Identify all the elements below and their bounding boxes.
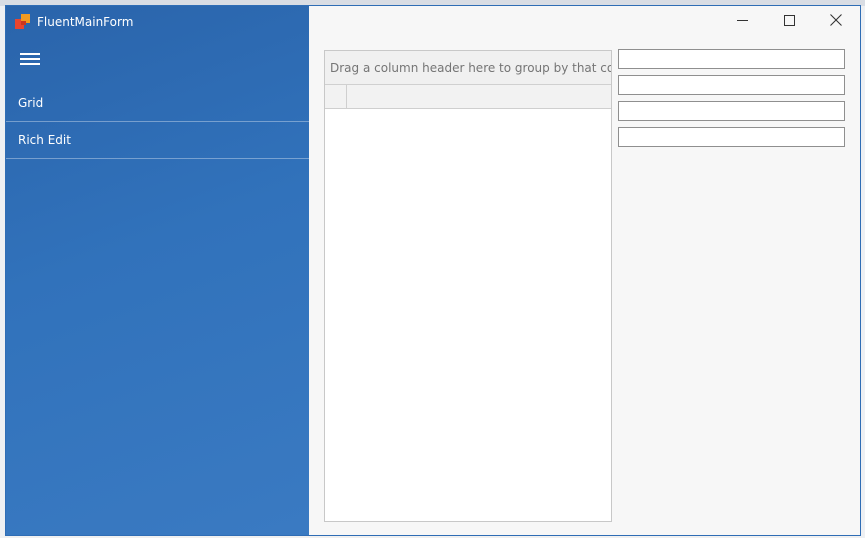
minimize-icon (736, 19, 748, 21)
text-edit-2[interactable] (618, 75, 845, 95)
nav-item-label: Rich Edit (18, 133, 71, 147)
main-window: FluentMainForm Grid Rich Edit Drag a col… (5, 5, 861, 536)
group-by-panel[interactable]: Drag a column header here to group by th… (325, 51, 611, 85)
text-edit-3[interactable] (618, 101, 845, 121)
column-header-row[interactable] (325, 85, 611, 109)
text-edit-4[interactable] (618, 127, 845, 147)
nav-item-grid[interactable]: Grid (6, 85, 309, 122)
title-bar-app-title: FluentMainForm (15, 12, 133, 32)
close-icon (830, 14, 842, 26)
row-indicator-header[interactable] (325, 85, 347, 108)
window-title: FluentMainForm (37, 15, 134, 29)
grid-data-area[interactable] (325, 109, 611, 519)
text-edit-1[interactable] (618, 49, 845, 69)
background-ide-right (861, 6, 865, 538)
maximize-icon (783, 14, 795, 26)
nav-item-rich-edit[interactable]: Rich Edit (6, 122, 309, 159)
grid-control[interactable]: Drag a column header here to group by th… (324, 50, 612, 522)
accordion-navigation-pane: FluentMainForm Grid Rich Edit (6, 6, 309, 535)
group-panel-hint: Drag a column header here to group by th… (330, 60, 611, 75)
nav-item-label: Grid (18, 96, 44, 110)
close-button[interactable] (813, 6, 859, 34)
minimize-button[interactable] (719, 6, 765, 34)
app-logo-icon (15, 14, 31, 30)
hamburger-menu-icon[interactable] (20, 50, 42, 68)
maximize-button[interactable] (766, 6, 812, 34)
